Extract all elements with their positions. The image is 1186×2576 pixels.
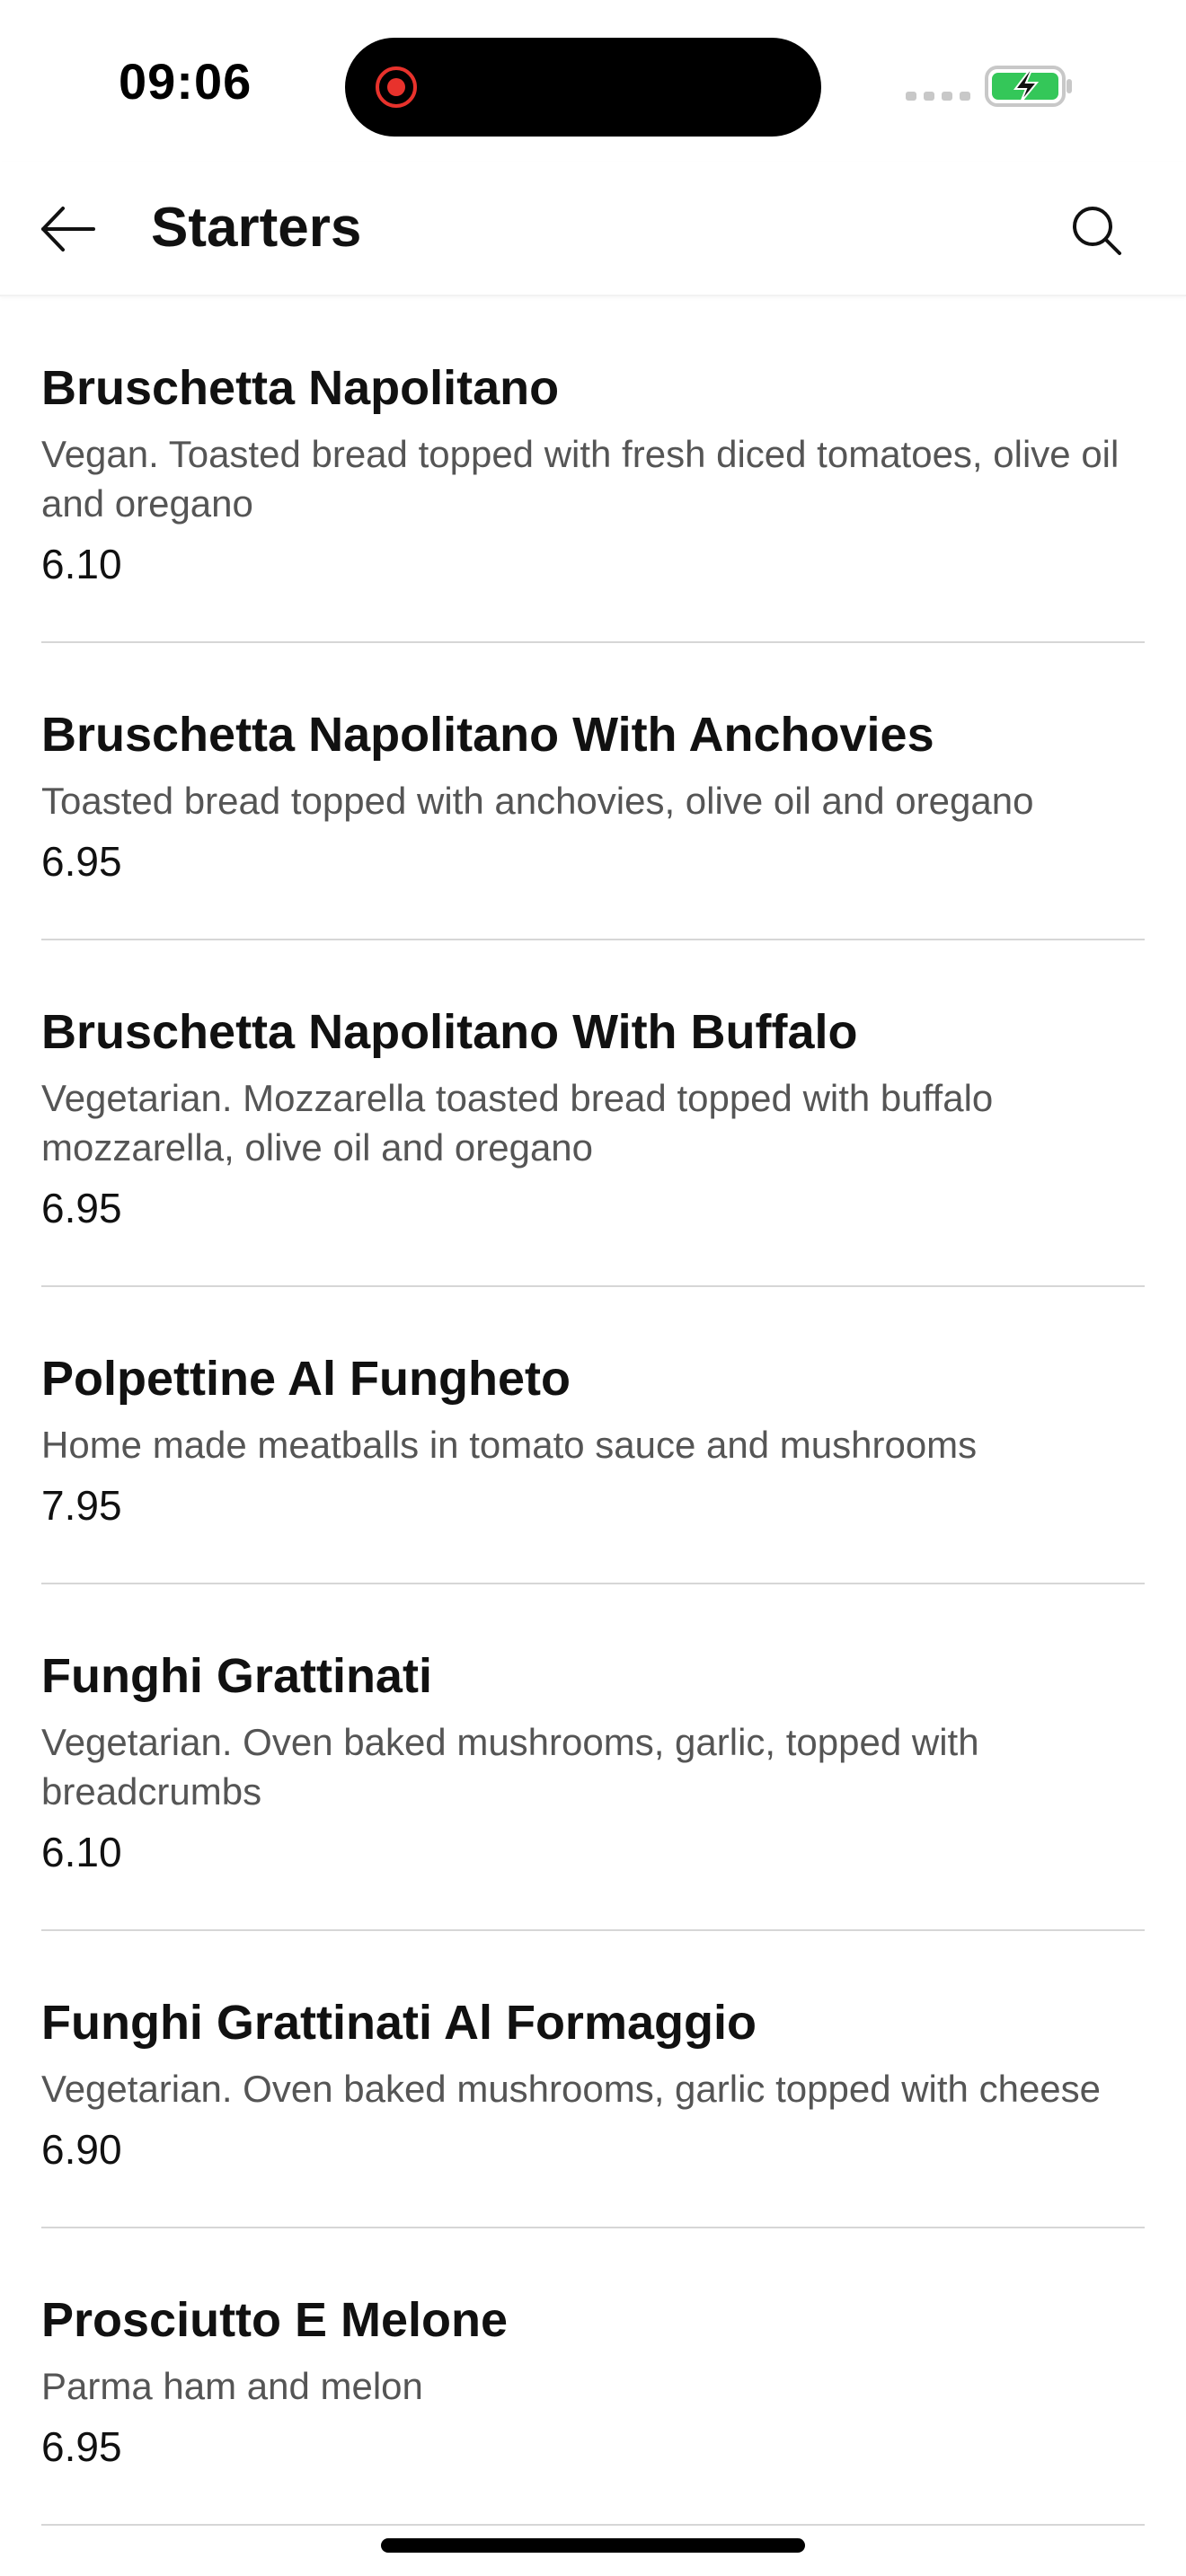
menu-item[interactable]: Funghi Grattinati Vegetarian. Oven baked… <box>41 1584 1145 1931</box>
menu-item[interactable]: Funghi Grattinati Al Formaggio Vegetaria… <box>41 1931 1145 2228</box>
menu-item[interactable]: Bruschetta Napolitano With Buffalo Veget… <box>41 940 1145 1287</box>
menu-item[interactable]: Bruschetta Napolitano With Anchovies Toa… <box>41 643 1145 940</box>
item-name: Polpettine Al Fungheto <box>41 1352 571 1406</box>
page-title: Starters <box>151 197 362 259</box>
search-icon <box>1073 207 1121 255</box>
menu-item[interactable]: Bruschetta Napolitano Vegan. Toasted bre… <box>41 296 1145 643</box>
cellular-signal-icon <box>906 92 970 101</box>
search-button[interactable] <box>1064 198 1132 266</box>
item-description: Vegetarian. Mozzarella toasted bread top… <box>41 1077 994 1169</box>
arrow-left-icon <box>41 207 95 251</box>
item-name: Funghi Grattinati <box>41 1649 432 1703</box>
back-button[interactable] <box>32 198 104 260</box>
item-price: 6.95 <box>41 1185 122 1231</box>
item-price: 6.95 <box>41 838 122 885</box>
menu-item-list: Bruschetta Napolitano Vegan. Toasted bre… <box>0 296 1186 2526</box>
item-name: Bruschetta Napolitano <box>41 361 560 415</box>
menu-item[interactable]: Prosciutto E Melone Parma ham and melon … <box>41 2228 1145 2526</box>
item-price: 6.10 <box>41 541 122 587</box>
home-indicator[interactable] <box>381 2538 805 2553</box>
item-name: Bruschetta Napolitano With Buffalo <box>41 1005 858 1059</box>
item-description: Home made meatballs in tomato sauce and … <box>41 1424 978 1466</box>
screen-recording-icon <box>376 66 417 108</box>
item-name: Funghi Grattinati Al Formaggio <box>41 1996 757 2050</box>
item-description: Vegan. Toasted bread topped with fresh d… <box>41 433 1120 525</box>
status-bar: 09:06 <box>0 0 1186 162</box>
dynamic-island <box>345 38 821 137</box>
item-price: 7.95 <box>41 1482 122 1529</box>
item-name: Bruschetta Napolitano With Anchovies <box>41 708 934 762</box>
item-description: Parma ham and melon <box>41 2365 423 2407</box>
item-price: 6.95 <box>41 2423 122 2470</box>
item-name: Prosciutto E Melone <box>41 2293 509 2347</box>
menu-item[interactable]: Polpettine Al Fungheto Home made meatbal… <box>41 1287 1145 1584</box>
top-app-bar: Starters <box>0 162 1186 296</box>
item-price: 6.10 <box>41 1829 122 1875</box>
item-description: Vegetarian. Oven baked mushrooms, garlic… <box>41 1721 979 1813</box>
status-time: 09:06 <box>119 53 252 110</box>
battery-charging-icon <box>985 66 1072 107</box>
item-description: Vegetarian. Oven baked mushrooms, garlic… <box>41 2068 1102 2110</box>
item-description: Toasted bread topped with anchovies, oli… <box>41 780 1034 822</box>
item-price: 6.90 <box>41 2126 122 2173</box>
